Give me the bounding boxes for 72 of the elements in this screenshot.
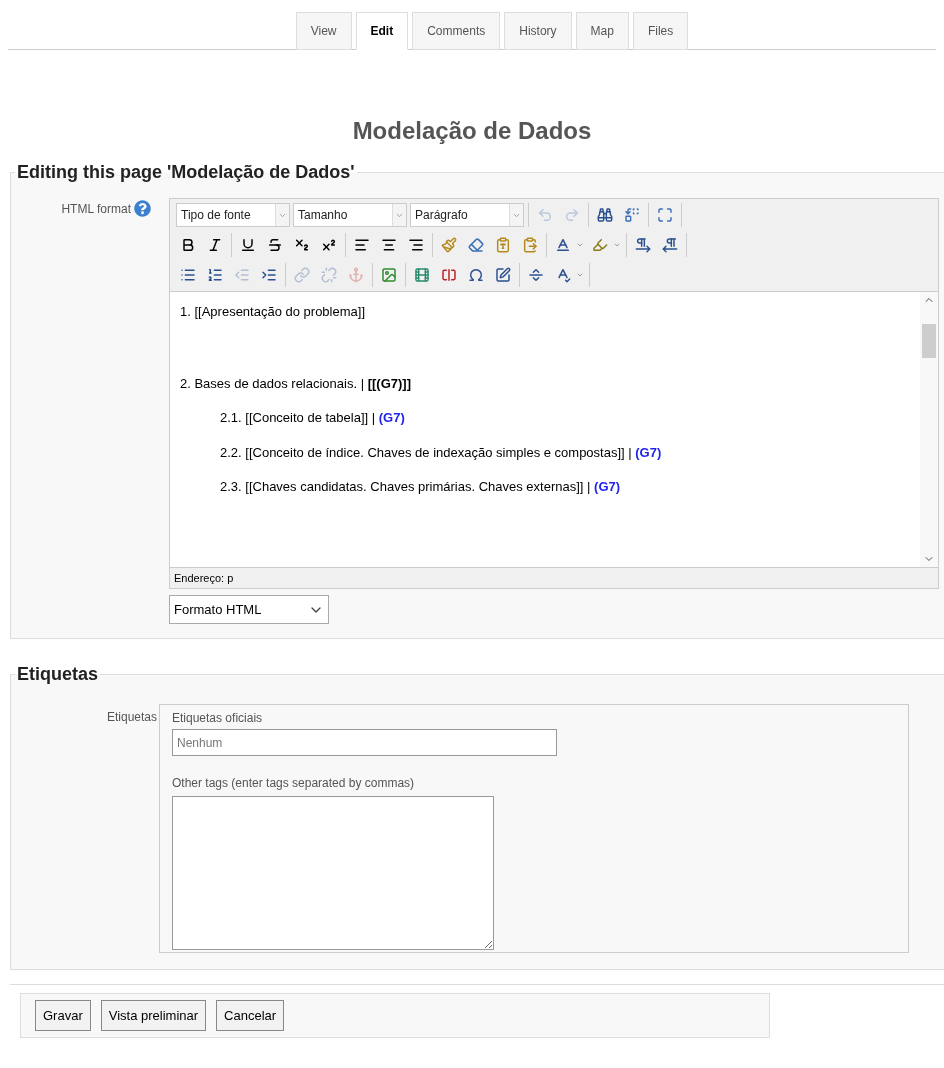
anchor-icon: [348, 267, 364, 283]
eraser-icon: [468, 237, 484, 253]
paste-text-icon: [495, 237, 511, 253]
outdent-icon: [234, 267, 250, 283]
bullet-list-icon: [180, 267, 196, 283]
align-center-icon: [381, 237, 397, 253]
unlink-icon: [321, 267, 337, 283]
tab[interactable]: View: [295, 12, 352, 50]
image-icon: [381, 267, 397, 283]
fullscreen-icon: [657, 207, 673, 223]
field-label: Etiquetas oficiais: [172, 710, 264, 727]
undo-icon: [537, 207, 553, 223]
scrollbar[interactable]: [920, 292, 938, 567]
toolbar-select[interactable]: Tipo de fonte: [176, 203, 290, 227]
text-color-icon: [555, 237, 571, 253]
form-button[interactable]: Gravar: [35, 1000, 91, 1031]
tab[interactable]: Files: [632, 12, 689, 50]
brush-icon: [441, 237, 457, 253]
section-title: Etiquetas: [16, 663, 100, 686]
align-left-icon: [354, 237, 370, 253]
section-title: Editing this page 'Modelação de Dados': [16, 161, 356, 184]
tab[interactable]: History: [504, 12, 572, 50]
field-label: Etiquetas: [106, 709, 157, 726]
editor-line: 1. [[Apresentação do problema]]: [180, 303, 366, 321]
editor-line: 2.3. [[Chaves candidatas. Chaves primárias. Chaves externas]] | (G7): [220, 478, 622, 496]
italic-icon: [207, 237, 223, 253]
format-select[interactable]: Formato HTML: [169, 595, 329, 624]
toolbar-select[interactable]: Parágrafo: [410, 203, 524, 227]
paste-icon: [522, 237, 538, 253]
toolbar-select[interactable]: Tamanho: [293, 203, 407, 227]
form-button[interactable]: Cancelar: [216, 1000, 285, 1031]
input-field[interactable]: Nenhum: [172, 729, 557, 756]
tab[interactable]: Map: [575, 12, 629, 50]
split-square-icon: [441, 267, 457, 283]
pilcrow-left-icon: [662, 237, 678, 253]
field-label: HTML format: [61, 201, 131, 218]
superscript-icon: [321, 237, 337, 253]
link[interactable]: (G7): [594, 479, 621, 494]
tab[interactable]: Edit: [355, 12, 409, 50]
replace-icon: [624, 207, 640, 223]
link[interactable]: (G7): [378, 410, 405, 425]
editor-line: 2.2. [[Conceito de índice. Chaves de indexação simples e compostas]] | (G7): [220, 443, 663, 462]
scroll-thumb[interactable]: [922, 324, 936, 358]
editor-line: 2. Bases de dados relacionais. | [[(G7)]]: [180, 374, 412, 393]
editor-line: 2.1. [[Conceito de tabela]] | (G7): [220, 409, 406, 427]
caret-icon: [576, 271, 584, 279]
align-right-icon: [408, 237, 424, 253]
edit-icon: [495, 267, 511, 283]
caret-icon: [613, 241, 621, 249]
omega-icon: [468, 267, 484, 283]
underline-icon: [240, 237, 256, 253]
film-icon: [414, 267, 430, 283]
link[interactable]: (G7): [635, 444, 662, 460]
horizontal-rule-icon: [528, 267, 544, 283]
caret-icon: [576, 241, 584, 249]
numbered-list-icon: [207, 267, 223, 283]
indent-icon: [261, 267, 277, 283]
bold-icon: [180, 237, 196, 253]
pilcrow-right-icon: [635, 237, 651, 253]
field-label: Other tags (enter tags separated by commas): [172, 775, 416, 792]
strikethrough-icon: [267, 237, 283, 253]
highlighter-icon: [592, 237, 608, 253]
status-bar: Endereço: p: [169, 567, 939, 589]
help-icon[interactable]: [134, 200, 151, 217]
spellcheck-icon: [555, 267, 571, 283]
subscript-icon: [294, 237, 310, 253]
tab[interactable]: Comments: [412, 12, 501, 50]
link-icon: [294, 267, 310, 283]
page-title: Modelação de Dados: [351, 116, 593, 146]
search-icon: [597, 207, 613, 223]
form-button[interactable]: Vista preliminar: [100, 1000, 207, 1031]
redo-icon: [564, 207, 580, 223]
